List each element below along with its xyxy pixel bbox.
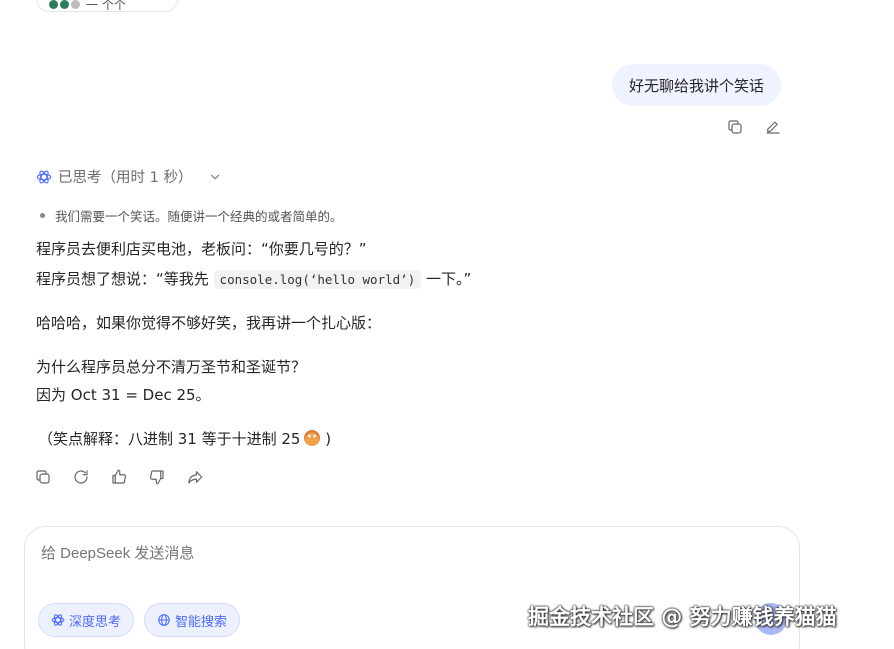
avatar-group-icon xyxy=(49,0,80,9)
deep-think-icon xyxy=(51,614,65,626)
inline-code: console.log(‘hello world’) xyxy=(213,270,422,289)
thumbs-down-icon[interactable] xyxy=(148,468,166,486)
laughing-emoji-icon xyxy=(304,430,321,446)
top-pill[interactable]: 一 个个 xyxy=(36,0,178,12)
answer-actions xyxy=(34,468,204,486)
bullet-icon xyxy=(40,213,45,218)
edit-icon[interactable] xyxy=(764,118,782,136)
web-search-button[interactable]: 智能搜索 xyxy=(144,603,241,637)
answer-line-1: 程序员去便利店买电池，老板问：“你要几号的？” xyxy=(36,240,367,258)
chevron-down-icon xyxy=(211,174,220,179)
thinking-label: 已思考（用时 1 秒） xyxy=(58,170,193,186)
answer-line-6-text: （笑点解释：八进制 31 等于十进制 25 xyxy=(38,430,301,448)
closing-paren: ) xyxy=(320,430,332,448)
answer-line-2: 程序员想了想说：“等我先 console.log(‘hello world’) … xyxy=(36,265,471,294)
watermark-text: 掘金技术社区 @ 努力赚钱养猫猫 xyxy=(528,605,837,629)
answer-line-2-after: 一下。” xyxy=(421,270,472,288)
user-message-actions xyxy=(726,118,782,136)
answer-line-5: 因为 Oct 31 = Dec 25。 xyxy=(36,386,211,404)
globe-icon xyxy=(158,614,170,626)
answer-line-3: 哈哈哈，如果你觉得不够好笑，我再讲一个扎心版： xyxy=(36,314,382,332)
copy-icon[interactable] xyxy=(726,118,744,136)
deep-think-button[interactable]: 深度思考 xyxy=(38,603,135,637)
thought-item: 我们需要一个笑话。随便讲一个经典的或者简单的。 xyxy=(40,206,343,225)
user-message-bubble: 好无聊给我讲个笑话 xyxy=(612,64,782,106)
regenerate-icon[interactable] xyxy=(72,468,90,486)
message-input[interactable] xyxy=(41,545,741,562)
deep-think-icon xyxy=(36,170,52,183)
thinking-toggle[interactable]: 已思考（用时 1 秒） xyxy=(36,166,222,187)
answer-line-2-before: 程序员想了想说：“等我先 xyxy=(36,270,214,288)
share-icon[interactable] xyxy=(186,468,204,486)
web-search-label: 智能搜索 xyxy=(175,614,228,630)
thought-text: 我们需要一个笑话。随便讲一个经典的或者简单的。 xyxy=(55,209,343,224)
top-pill-text: 一 个个 xyxy=(86,0,126,12)
answer-line-6: （笑点解释：八进制 31 等于十进制 25 ) xyxy=(38,425,331,453)
copy-icon[interactable] xyxy=(34,468,52,486)
thumbs-up-icon[interactable] xyxy=(110,468,128,486)
answer-line-4: 为什么程序员总分不清万圣节和圣诞节？ xyxy=(36,358,307,376)
deep-think-label: 深度思考 xyxy=(69,614,122,630)
